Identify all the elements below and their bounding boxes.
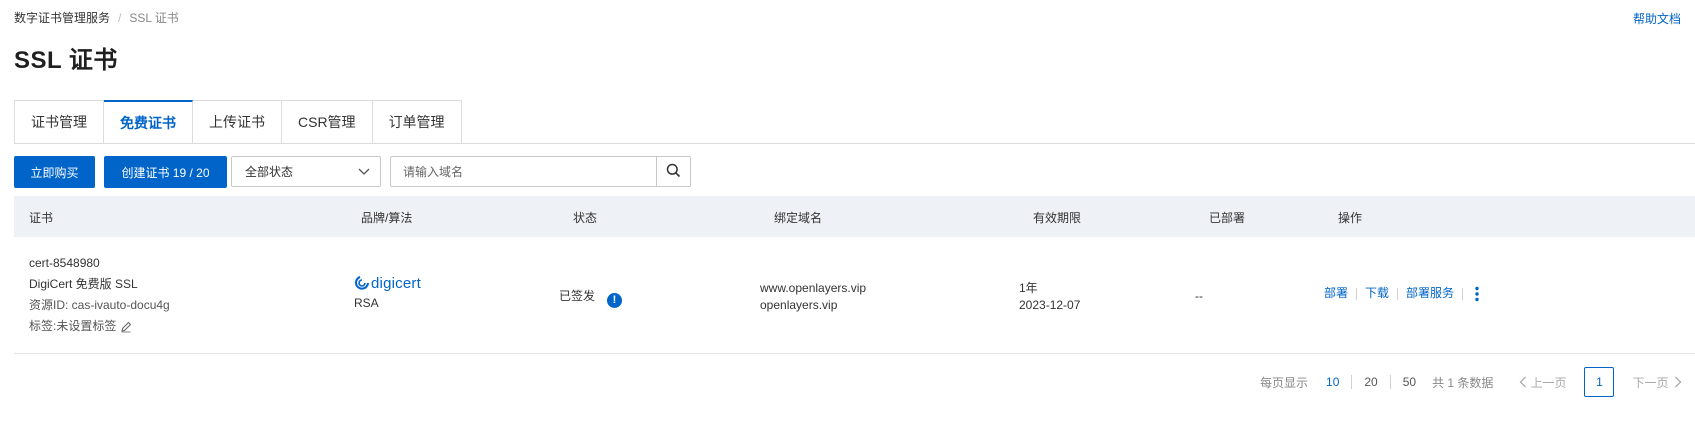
cert-tags: 标签:未设置标签 bbox=[29, 318, 170, 335]
column-header-deployed: 已部署 bbox=[1209, 211, 1246, 225]
page-title: SSL 证书 bbox=[14, 47, 118, 74]
page-size-20[interactable]: 20 bbox=[1364, 375, 1377, 389]
info-icon[interactable]: ! bbox=[607, 293, 623, 308]
breadcrumb-separator: / bbox=[118, 10, 122, 25]
create-cert-button[interactable]: 创建证书 19 / 20 bbox=[104, 156, 227, 188]
column-header-status: 状态 bbox=[573, 211, 598, 225]
deployed-value: -- bbox=[1195, 289, 1203, 303]
digicert-logo-mark bbox=[355, 276, 369, 290]
chevron-right-icon bbox=[1674, 376, 1682, 388]
tab-order-management[interactable]: 订单管理 bbox=[372, 100, 462, 144]
digicert-logo: digicert bbox=[354, 274, 421, 292]
deploy-link[interactable]: 部署 bbox=[1324, 285, 1348, 302]
download-link[interactable]: 下载 bbox=[1365, 285, 1389, 302]
breadcrumb-current: SSL 证书 bbox=[129, 11, 179, 25]
buy-now-button[interactable]: 立即购买 bbox=[14, 156, 95, 188]
cert-info: cert-8548980 DigiCert 免费版 SSL 资源ID: cas-… bbox=[29, 255, 170, 335]
help-docs-link[interactable]: 帮助文档 bbox=[1633, 10, 1681, 27]
page-size-10[interactable]: 10 bbox=[1326, 375, 1339, 389]
total-count: 共 1 条数据 bbox=[1432, 375, 1494, 390]
size-divider bbox=[1389, 375, 1391, 389]
more-actions-icon[interactable] bbox=[1471, 286, 1483, 302]
column-header-validity: 有效期限 bbox=[1033, 211, 1082, 225]
validity-duration: 1年 bbox=[1019, 281, 1038, 295]
column-header-cert: 证书 bbox=[29, 211, 54, 225]
tab-divider bbox=[14, 143, 1695, 144]
domain-item: www.openlayers.vip bbox=[760, 281, 867, 295]
cert-type: DigiCert 免费版 SSL bbox=[29, 277, 138, 291]
tab-free-cert[interactable]: 免费证书 bbox=[104, 100, 193, 144]
action-divider bbox=[1397, 287, 1399, 300]
tab-upload-cert[interactable]: 上传证书 bbox=[193, 100, 282, 144]
tab-cert-management[interactable]: 证书管理 bbox=[14, 100, 104, 144]
resource-id: 资源ID: cas-ivauto-docu4g bbox=[29, 298, 170, 312]
domain-item: openlayers.vip bbox=[760, 298, 838, 312]
deploy-service-link[interactable]: 部署服务 bbox=[1406, 285, 1454, 302]
chevron-left-icon bbox=[1519, 376, 1527, 388]
action-divider bbox=[1356, 287, 1358, 300]
chevron-down-icon bbox=[358, 165, 370, 179]
status-select-value: 全部状态 bbox=[245, 165, 294, 179]
tab-bar: 证书管理 免费证书 上传证书 CSR管理 订单管理 bbox=[14, 100, 462, 144]
breadcrumb-root-link[interactable]: 数字证书管理服务 bbox=[14, 9, 110, 26]
edit-icon[interactable] bbox=[120, 321, 132, 333]
pagination: 每页显示 10 20 50 共 1 条数据 上一页 1 下一页 bbox=[1260, 367, 1682, 397]
tab-csr-management[interactable]: CSR管理 bbox=[282, 100, 373, 144]
brand-cell: digicert RSA bbox=[354, 274, 421, 312]
next-page-button[interactable]: 下一页 bbox=[1632, 374, 1682, 391]
search-icon bbox=[666, 163, 681, 181]
domain-search-input[interactable] bbox=[391, 157, 656, 186]
breadcrumb: 数字证书管理服务 / SSL 证书 bbox=[14, 9, 179, 26]
domain-cell: www.openlayers.vip openlayers.vip bbox=[760, 280, 866, 314]
column-header-brand: 品牌/算法 bbox=[361, 211, 413, 225]
page-1-button[interactable]: 1 bbox=[1584, 367, 1615, 397]
validity-date: 2023-12-07 bbox=[1019, 298, 1081, 312]
size-divider bbox=[1351, 375, 1353, 389]
prev-page-button[interactable]: 上一页 bbox=[1519, 374, 1566, 391]
prev-page-label: 上一页 bbox=[1530, 375, 1567, 390]
column-header-actions: 操作 bbox=[1338, 211, 1363, 225]
next-page-label: 下一页 bbox=[1632, 375, 1669, 390]
domain-search-box bbox=[390, 156, 691, 187]
status-select[interactable]: 全部状态 bbox=[231, 156, 381, 187]
cert-name: cert-8548980 bbox=[29, 256, 100, 270]
page-size-50[interactable]: 50 bbox=[1403, 375, 1416, 389]
status-cell: 已签发! bbox=[559, 288, 623, 308]
column-header-domain: 绑定域名 bbox=[774, 211, 823, 225]
action-divider bbox=[1462, 287, 1464, 300]
algorithm: RSA bbox=[354, 296, 379, 310]
digicert-logo-text: digicert bbox=[371, 274, 421, 292]
validity-cell: 1年 2023-12-07 bbox=[1019, 280, 1080, 314]
actions-cell: 部署 下载 部署服务 bbox=[1324, 285, 1483, 302]
tags-label: 标签:未设置标签 bbox=[29, 319, 117, 333]
row-divider bbox=[14, 353, 1695, 354]
per-page-label: 每页显示 bbox=[1260, 375, 1309, 390]
status-text: 已签发 bbox=[559, 289, 596, 303]
table-header: 证书 品牌/算法 状态 绑定域名 有效期限 已部署 操作 bbox=[14, 196, 1695, 237]
search-button[interactable] bbox=[656, 157, 690, 186]
